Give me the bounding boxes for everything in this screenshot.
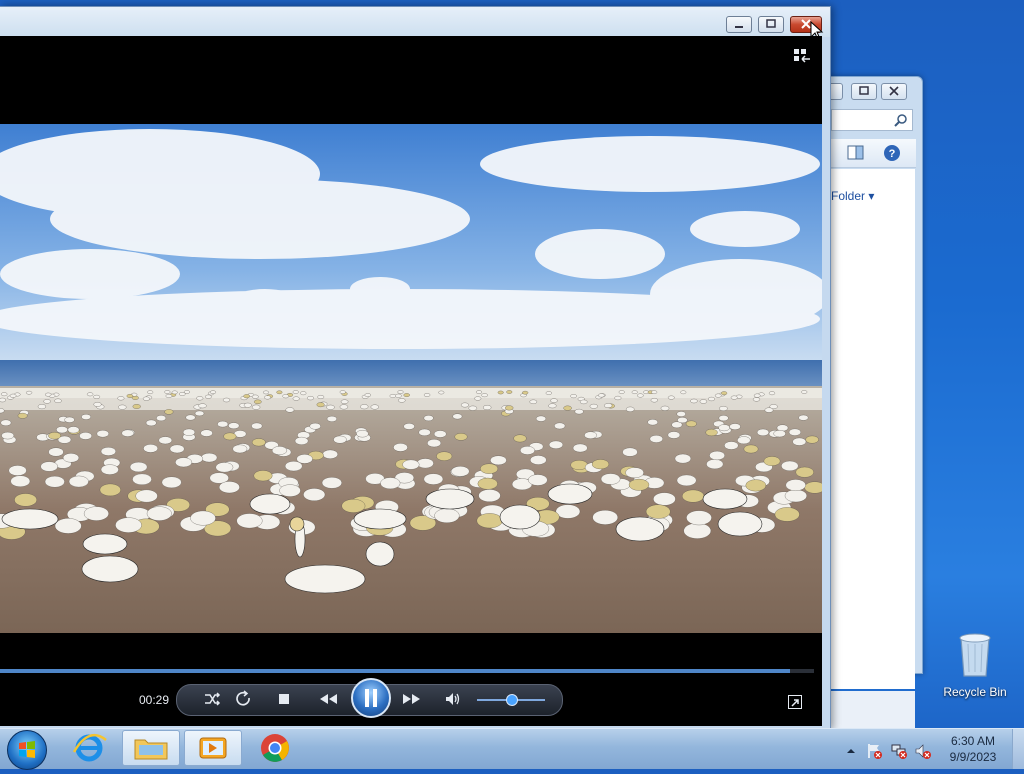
- shuffle-icon: [205, 692, 221, 706]
- volume-knob[interactable]: [506, 694, 518, 706]
- taskbar-chrome[interactable]: [246, 730, 304, 766]
- switch-to-library-icon: [794, 49, 810, 63]
- clock-time: 6:30 AM: [950, 734, 996, 748]
- recycle-bin-shortcut[interactable]: Recycle Bin: [940, 630, 1010, 699]
- video-image: [0, 124, 822, 633]
- maximize-button[interactable]: [758, 16, 784, 33]
- fullscreen-icon: [791, 699, 799, 707]
- maximize-icon: [859, 86, 869, 95]
- close-button[interactable]: [881, 83, 907, 100]
- speaker-icon: [446, 693, 460, 705]
- minimize-icon: [735, 26, 743, 28]
- previous-button[interactable]: [315, 690, 341, 710]
- show-desktop-button[interactable]: [1012, 729, 1024, 769]
- stop-button[interactable]: [274, 690, 294, 710]
- volume-muted-icon[interactable]: [914, 742, 932, 760]
- windows-logo-icon: [19, 741, 35, 758]
- taskbar-media-player[interactable]: [184, 730, 242, 766]
- taskbar-windows-explorer[interactable]: [122, 730, 180, 766]
- elapsed-time: 00:29: [139, 693, 170, 707]
- close-icon: [889, 86, 899, 96]
- search-input[interactable]: [831, 109, 913, 131]
- video-stage[interactable]: 00:29: [0, 36, 822, 726]
- maximize-icon: [766, 19, 776, 28]
- minimize-button[interactable]: [726, 16, 752, 33]
- seek-bar[interactable]: [0, 669, 814, 673]
- start-button[interactable]: [7, 730, 47, 770]
- pause-icon: [365, 689, 377, 707]
- preview-pane-icon[interactable]: [847, 145, 865, 161]
- taskbar: 6:30 AM 9/9/2023: [0, 728, 1024, 770]
- shuffle-button[interactable]: [202, 690, 222, 710]
- fullscreen-button[interactable]: [788, 695, 802, 709]
- explorer-content: Folder ▾: [831, 169, 915, 689]
- recycle-bin-icon: [959, 633, 991, 677]
- chrome-icon: [261, 734, 289, 762]
- previous-icon: [320, 694, 337, 704]
- switch-to-library-button[interactable]: [793, 48, 811, 67]
- recycle-bin-label: Recycle Bin: [943, 685, 1007, 699]
- media-player-window[interactable]: 00:29: [0, 6, 831, 730]
- mute-button[interactable]: [443, 690, 463, 710]
- folder-link[interactable]: Folder ▾: [831, 189, 874, 203]
- explorer-toolbar: ?: [831, 139, 916, 168]
- action-center-icon[interactable]: [866, 742, 884, 760]
- playback-controls: [176, 678, 563, 718]
- player-titlebar[interactable]: [0, 7, 830, 41]
- search-icon: [894, 114, 907, 127]
- svg-text:?: ?: [889, 148, 896, 160]
- seek-bar-progress: [0, 669, 790, 673]
- help-icon[interactable]: ?: [883, 144, 901, 162]
- stop-icon: [279, 694, 289, 704]
- video-frame[interactable]: [0, 124, 822, 633]
- explorer-window[interactable]: ? Folder ▾: [817, 76, 923, 741]
- network-icon[interactable]: [890, 742, 908, 760]
- next-icon: [403, 694, 420, 704]
- clock-date: 9/9/2023: [949, 750, 997, 764]
- maximize-button[interactable]: [851, 83, 877, 100]
- play-pause-button[interactable]: [351, 678, 391, 718]
- media-player-icon: [199, 737, 227, 759]
- clock[interactable]: 6:30 AM 9/9/2023: [940, 733, 1006, 765]
- repeat-icon: [236, 690, 250, 706]
- internet-explorer-icon: [72, 733, 107, 762]
- repeat-button[interactable]: [234, 690, 254, 710]
- taskbar-internet-explorer[interactable]: [60, 730, 118, 766]
- show-hidden-icons-icon[interactable]: [845, 745, 857, 757]
- next-button[interactable]: [399, 690, 425, 710]
- folder-icon: [134, 739, 168, 760]
